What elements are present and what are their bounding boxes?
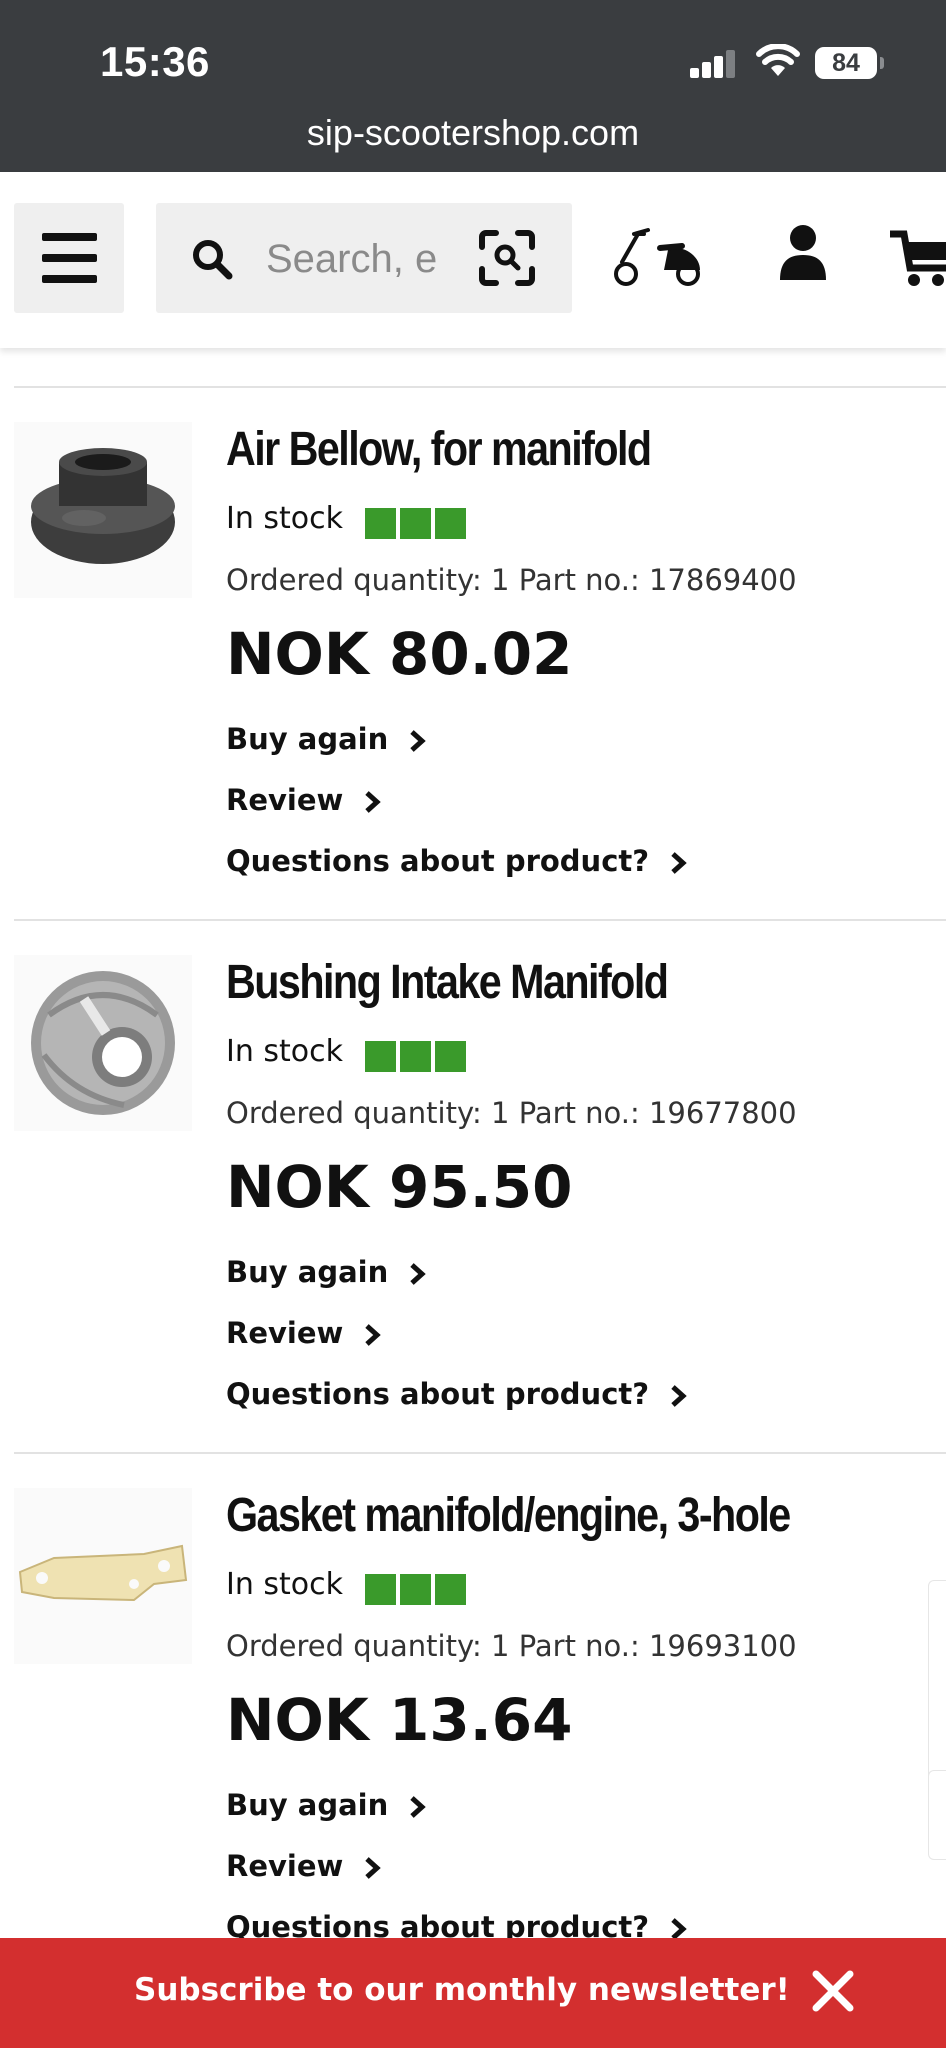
questions-link[interactable]: Questions about product?	[226, 1377, 687, 1411]
product-price: NOK 95.50	[226, 1153, 573, 1221]
product-title[interactable]: Gasket manifold/engine, 3-hole	[226, 1488, 791, 1543]
chevron-right-icon	[671, 852, 687, 874]
order-meta: Ordered quantity: 1 Part no.: 19677800	[226, 1096, 797, 1130]
order-item: Air Bellow, for manifold In stock Ordere…	[0, 388, 946, 921]
address-bar[interactable]: sip-scootershop.com	[0, 112, 946, 154]
search-input[interactable]	[266, 231, 456, 287]
buy-again-link[interactable]: Buy again	[226, 1255, 427, 1289]
clock: 15:36	[100, 38, 210, 85]
questions-label: Questions about product?	[226, 1377, 650, 1411]
product-title[interactable]: Bushing Intake Manifold	[226, 955, 669, 1010]
buy-again-label: Buy again	[226, 722, 389, 756]
chevron-right-icon	[365, 791, 382, 813]
review-link[interactable]: Review	[226, 1316, 382, 1350]
chevron-right-icon	[365, 1857, 382, 1879]
chevron-right-icon	[365, 1324, 382, 1346]
cart-icon[interactable]	[890, 228, 946, 288]
newsletter-banner[interactable]: Subscribe to our monthly newsletter!	[0, 1938, 946, 2048]
chevron-right-icon	[410, 1263, 427, 1285]
search-bar[interactable]	[156, 203, 572, 313]
stock-status: In stock	[226, 501, 344, 536]
buy-again-link[interactable]: Buy again	[226, 1788, 427, 1822]
signal-icon	[690, 50, 736, 78]
product-image[interactable]	[14, 1488, 192, 1664]
battery-indicator: 84	[815, 47, 884, 79]
status-bar: 15:36 84 sip-scootershop.com	[0, 0, 946, 172]
stock-level-indicator	[365, 1041, 470, 1076]
search-icon[interactable]	[190, 237, 234, 281]
chevron-right-icon	[410, 730, 427, 752]
order-item: Bushing Intake Manifold In stock Ordered…	[0, 921, 946, 1454]
product-price: NOK 80.02	[226, 620, 573, 688]
order-meta: Ordered quantity: 1 Part no.: 17869400	[226, 563, 797, 597]
floating-panel-edge	[928, 1770, 946, 1860]
review-label: Review	[226, 1849, 344, 1883]
review-link[interactable]: Review	[226, 1849, 382, 1883]
questions-label: Questions about product?	[226, 844, 650, 878]
buy-again-label: Buy again	[226, 1788, 389, 1822]
chevron-right-icon	[671, 1385, 687, 1407]
close-icon[interactable]	[810, 1968, 856, 2014]
stock-status: In stock	[226, 1034, 344, 1069]
product-price: NOK 13.64	[226, 1686, 573, 1754]
menu-icon	[42, 233, 97, 241]
review-link[interactable]: Review	[226, 783, 382, 817]
product-image[interactable]	[14, 422, 192, 598]
order-meta: Ordered quantity: 1 Part no.: 19693100	[226, 1629, 797, 1663]
product-image[interactable]	[14, 955, 192, 1131]
wifi-icon	[756, 44, 800, 76]
questions-link[interactable]: Questions about product?	[226, 844, 687, 878]
review-label: Review	[226, 783, 344, 817]
stock-level-indicator	[365, 508, 470, 543]
order-item: Gasket manifold/engine, 3-hole In stock …	[0, 1454, 946, 1987]
buy-again-label: Buy again	[226, 1255, 389, 1289]
product-title[interactable]: Air Bellow, for manifold	[226, 422, 652, 477]
stock-level-indicator	[365, 1574, 470, 1609]
user-icon[interactable]	[778, 224, 828, 282]
scan-icon[interactable]	[478, 229, 536, 287]
review-label: Review	[226, 1316, 344, 1350]
menu-button[interactable]	[14, 203, 124, 313]
site-header	[0, 172, 946, 348]
floating-panel-edge	[928, 1580, 946, 1780]
scooter-icon[interactable]	[612, 226, 704, 288]
buy-again-link[interactable]: Buy again	[226, 722, 427, 756]
chevron-right-icon	[410, 1796, 427, 1818]
newsletter-text[interactable]: Subscribe to our monthly newsletter!	[134, 1972, 790, 2008]
stock-status: In stock	[226, 1567, 344, 1602]
